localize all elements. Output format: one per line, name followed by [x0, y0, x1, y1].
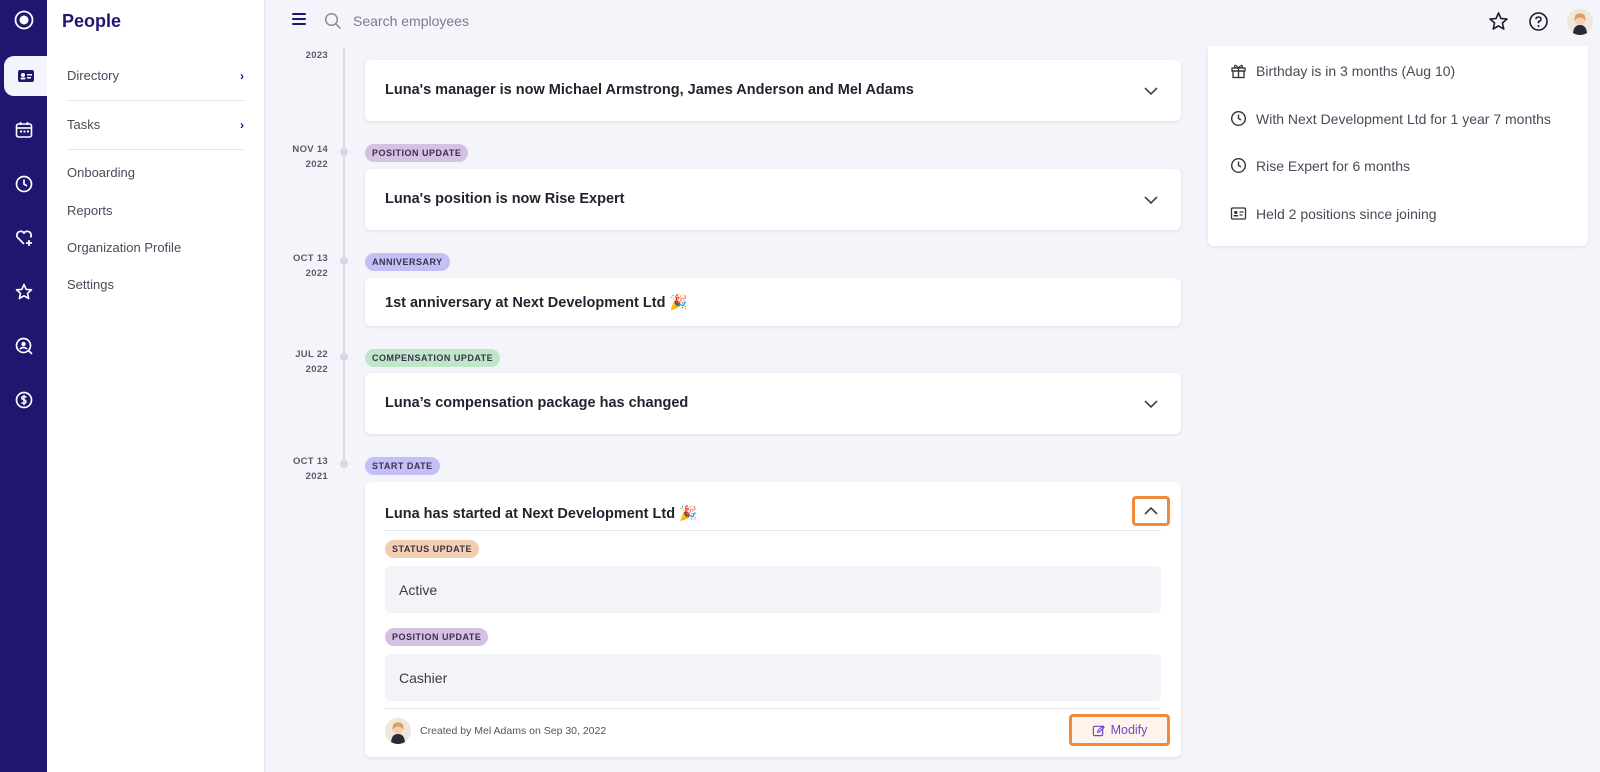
- star-person-icon[interactable]: [0, 272, 47, 312]
- detail-tag: POSITION UPDATE: [385, 628, 489, 646]
- info-row-position-tenure: Rise Expert for 6 months: [1230, 157, 1410, 174]
- created-by: Created by Mel Adams on Sep 30, 2022: [385, 718, 606, 744]
- employee-info-card: Birthday is in 3 months (Aug 10) With Ne…: [1208, 46, 1588, 246]
- card-title: Luna's manager is now Michael Armstrong,…: [385, 82, 914, 98]
- timeline-date: 2023: [305, 50, 328, 61]
- collapse-button[interactable]: [1132, 496, 1170, 526]
- clock-icon: [1230, 157, 1247, 174]
- chevron-down-icon[interactable]: [1143, 396, 1159, 412]
- nav-label: Organization Profile: [67, 240, 182, 255]
- search-icon: [324, 12, 342, 30]
- event-tag: POSITION UPDATE: [365, 144, 469, 162]
- chevron-down-icon[interactable]: [1143, 192, 1159, 208]
- nav-label: Settings: [67, 277, 114, 292]
- nav-item-tasks[interactable]: Tasks ›: [67, 117, 244, 132]
- timeline-date: JUL 22 2022: [295, 349, 328, 375]
- card-title: Luna's position is now Rise Expert: [385, 191, 625, 207]
- timeline-dot: [340, 460, 348, 468]
- nav-item-organization-profile[interactable]: Organization Profile: [67, 240, 244, 255]
- info-row-birthday: Birthday is in 3 months (Aug 10): [1230, 62, 1455, 79]
- timeline-date: NOV 14 2022: [292, 144, 328, 170]
- gift-icon: [1231, 64, 1246, 79]
- menu-icon[interactable]: [292, 13, 306, 25]
- logo-icon[interactable]: [0, 0, 47, 40]
- timeline-card[interactable]: Luna’s compensation package has changed: [365, 373, 1181, 434]
- detail-value: Active: [385, 566, 1161, 613]
- card-title: Luna has started at Next Development Ltd…: [385, 506, 698, 522]
- event-tag: COMPENSATION UPDATE: [365, 349, 501, 367]
- calendar-icon[interactable]: [0, 110, 47, 150]
- clock-icon[interactable]: [0, 164, 47, 204]
- timeline-dot: [340, 148, 348, 156]
- edit-icon: [1092, 724, 1105, 736]
- section-title: People: [62, 11, 122, 31]
- search-person-icon[interactable]: [0, 326, 47, 366]
- modify-button[interactable]: Modify: [1069, 714, 1170, 746]
- detail-tag: STATUS UPDATE: [385, 540, 479, 558]
- nav-divider: [67, 149, 244, 150]
- created-by-text: Created by Mel Adams on Sep 30, 2022: [420, 725, 607, 737]
- modify-label: Modify: [1110, 723, 1148, 737]
- chevron-right-icon: ›: [240, 117, 244, 132]
- timeline-card[interactable]: 1st anniversary at Next Development Ltd …: [365, 278, 1181, 326]
- sidenav: People Directory › Tasks › Onboarding Re…: [47, 0, 265, 772]
- chevron-up-icon: [1144, 506, 1158, 515]
- divider: [385, 530, 1161, 531]
- timeline-dot: [340, 353, 348, 361]
- search-input[interactable]: [353, 10, 753, 32]
- nav-item-settings[interactable]: Settings: [67, 277, 244, 292]
- nav-label: Tasks: [67, 117, 101, 132]
- star-icon[interactable]: [1488, 11, 1509, 32]
- timeline-date: OCT 13 2021: [292, 456, 328, 482]
- card-title: Luna’s compensation package has changed: [385, 395, 689, 411]
- nav-item-onboarding[interactable]: Onboarding: [67, 165, 244, 180]
- timeline-line: [343, 48, 345, 464]
- help-icon[interactable]: [1528, 11, 1549, 32]
- app-rail: [0, 0, 47, 772]
- clock-icon: [1230, 110, 1247, 127]
- chevron-right-icon: ›: [240, 68, 244, 83]
- nav-item-directory[interactable]: Directory ›: [67, 68, 244, 83]
- nav-divider: [67, 100, 244, 101]
- heart-plus-icon[interactable]: [0, 218, 47, 258]
- nav-label: Directory: [67, 68, 120, 83]
- event-tag: ANNIVERSARY: [365, 253, 450, 271]
- people-card-icon[interactable]: [4, 56, 47, 96]
- timeline-card[interactable]: Luna's position is now Rise Expert: [365, 169, 1181, 230]
- nav-label: Onboarding: [67, 165, 135, 180]
- chevron-down-icon[interactable]: [1143, 83, 1159, 99]
- id-card-icon: [1230, 207, 1247, 220]
- topbar: [265, 0, 1600, 42]
- timeline-dot: [340, 257, 348, 265]
- divider: [385, 708, 1161, 709]
- info-row-tenure: With Next Development Ltd for 1 year 7 m…: [1230, 110, 1551, 127]
- card-title: 1st anniversary at Next Development Ltd …: [385, 295, 688, 311]
- nav-label: Reports: [67, 203, 113, 218]
- info-row-positions: Held 2 positions since joining: [1230, 205, 1437, 222]
- user-avatar[interactable]: [1567, 9, 1593, 35]
- nav-item-reports[interactable]: Reports: [67, 203, 244, 218]
- detail-value: Cashier: [385, 654, 1161, 701]
- creator-avatar: [385, 718, 411, 744]
- party-icon: 🎉: [669, 295, 688, 311]
- party-icon: 🎉: [679, 506, 698, 522]
- timeline-card[interactable]: Luna's manager is now Michael Armstrong,…: [365, 60, 1181, 121]
- timeline-date: OCT 13 2022: [292, 253, 328, 279]
- event-tag: START DATE: [365, 457, 440, 475]
- timeline-card-expanded: Luna has started at Next Development Ltd…: [365, 482, 1181, 757]
- dollar-icon[interactable]: [0, 380, 47, 420]
